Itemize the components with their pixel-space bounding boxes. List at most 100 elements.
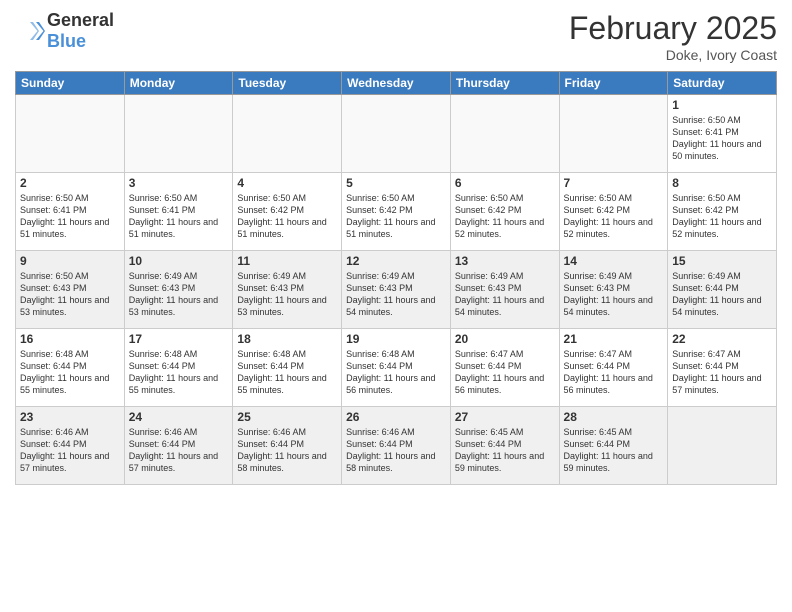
day-info: Sunrise: 6:48 AM Sunset: 6:44 PM Dayligh… [346,348,446,397]
day-number: 9 [20,254,120,268]
calendar-week-row: 9 Sunrise: 6:50 AM Sunset: 6:43 PM Daylig… [16,251,777,329]
logo-blue: Blue [47,31,114,52]
table-row: 23 Sunrise: 6:46 AM Sunset: 6:44 PM Dayli… [16,407,125,485]
day-number: 28 [564,410,664,424]
table-row: 24 Sunrise: 6:46 AM Sunset: 6:44 PM Dayli… [124,407,233,485]
table-row: 7Sunrise: 6:50 AM Sunset: 6:42 PM Daylig… [559,173,668,251]
table-row [559,95,668,173]
day-number: 21 [564,332,664,346]
day-info: Sunrise: 6:49 AM Sunset: 6:43 PM Dayligh… [564,270,664,319]
col-monday: Monday [124,72,233,95]
day-info: Sunrise: 6:50 AM Sunset: 6:42 PM Dayligh… [455,192,555,241]
day-number: 23 [20,410,120,424]
col-tuesday: Tuesday [233,72,342,95]
table-row [233,95,342,173]
day-info: Sunrise: 6:48 AM Sunset: 6:44 PM Dayligh… [20,348,120,397]
day-number: 13 [455,254,555,268]
day-number: 17 [129,332,229,346]
day-info: Sunrise: 6:49 AM Sunset: 6:43 PM Dayligh… [237,270,337,319]
day-number: 16 [20,332,120,346]
day-number: 20 [455,332,555,346]
title-area: February 2025 Doke, Ivory Coast [569,10,777,63]
day-info: Sunrise: 6:46 AM Sunset: 6:44 PM Dayligh… [237,426,337,475]
day-info: Sunrise: 6:50 AM Sunset: 6:42 PM Dayligh… [346,192,446,241]
day-info: Sunrise: 6:46 AM Sunset: 6:44 PM Dayligh… [129,426,229,475]
day-info: Sunrise: 6:48 AM Sunset: 6:44 PM Dayligh… [129,348,229,397]
table-row: 19 Sunrise: 6:48 AM Sunset: 6:44 PM Dayli… [342,329,451,407]
table-row: 3 Sunrise: 6:50 AM Sunset: 6:41 PM Daylig… [124,173,233,251]
day-number: 14 [564,254,664,268]
table-row: 8 Sunrise: 6:50 AM Sunset: 6:42 PM Daylig… [668,173,777,251]
day-number: 24 [129,410,229,424]
day-info: Sunrise: 6:49 AM Sunset: 6:43 PM Dayligh… [346,270,446,319]
table-row: 5 Sunrise: 6:50 AM Sunset: 6:42 PM Daylig… [342,173,451,251]
day-number: 3 [129,176,229,190]
day-info: Sunrise: 6:46 AM Sunset: 6:44 PM Dayligh… [346,426,446,475]
location-subtitle: Doke, Ivory Coast [569,47,777,63]
col-sunday: Sunday [16,72,125,95]
col-friday: Friday [559,72,668,95]
day-info: Sunrise: 6:50 AM Sunset: 6:41 PM Dayligh… [129,192,229,241]
table-row: 4Sunrise: 6:50 AM Sunset: 6:42 PM Daylig… [233,173,342,251]
day-info: Sunrise: 6:49 AM Sunset: 6:43 PM Dayligh… [129,270,229,319]
table-row: 17 Sunrise: 6:48 AM Sunset: 6:44 PM Dayli… [124,329,233,407]
table-row: 22 Sunrise: 6:47 AM Sunset: 6:44 PM Dayli… [668,329,777,407]
calendar-header-row: Sunday Monday Tuesday Wednesday Thursday… [16,72,777,95]
table-row: 27Sunrise: 6:45 AM Sunset: 6:44 PM Dayli… [450,407,559,485]
table-row: 1Sunrise: 6:50 AM Sunset: 6:41 PM Daylig… [668,95,777,173]
table-row: 11 Sunrise: 6:49 AM Sunset: 6:43 PM Dayli… [233,251,342,329]
day-number: 4 [237,176,337,190]
table-row: 9 Sunrise: 6:50 AM Sunset: 6:43 PM Daylig… [16,251,125,329]
table-row: 28 Sunrise: 6:45 AM Sunset: 6:44 PM Dayli… [559,407,668,485]
day-number: 26 [346,410,446,424]
table-row: 14 Sunrise: 6:49 AM Sunset: 6:43 PM Dayli… [559,251,668,329]
col-thursday: Thursday [450,72,559,95]
day-number: 5 [346,176,446,190]
col-wednesday: Wednesday [342,72,451,95]
logo: General Blue [15,10,114,52]
month-title: February 2025 [569,10,777,47]
table-row [124,95,233,173]
table-row [450,95,559,173]
day-number: 7 [564,176,664,190]
logo-text: General Blue [47,10,114,52]
day-number: 1 [672,98,772,112]
table-row: 21 Sunrise: 6:47 AM Sunset: 6:44 PM Dayli… [559,329,668,407]
page-header: General Blue February 2025 Doke, Ivory C… [15,10,777,63]
logo-icon [15,16,45,46]
table-row: 12 Sunrise: 6:49 AM Sunset: 6:43 PM Dayli… [342,251,451,329]
table-row: 15 Sunrise: 6:49 AM Sunset: 6:44 PM Dayli… [668,251,777,329]
calendar-week-row: 23 Sunrise: 6:46 AM Sunset: 6:44 PM Dayli… [16,407,777,485]
day-info: Sunrise: 6:50 AM Sunset: 6:42 PM Dayligh… [672,192,772,241]
day-number: 27 [455,410,555,424]
day-number: 18 [237,332,337,346]
day-info: Sunrise: 6:49 AM Sunset: 6:44 PM Dayligh… [672,270,772,319]
day-number: 25 [237,410,337,424]
day-info: Sunrise: 6:47 AM Sunset: 6:44 PM Dayligh… [564,348,664,397]
calendar-table: Sunday Monday Tuesday Wednesday Thursday… [15,71,777,485]
day-number: 22 [672,332,772,346]
day-number: 2 [20,176,120,190]
table-row: 6Sunrise: 6:50 AM Sunset: 6:42 PM Daylig… [450,173,559,251]
day-info: Sunrise: 6:47 AM Sunset: 6:44 PM Dayligh… [455,348,555,397]
day-number: 19 [346,332,446,346]
day-info: Sunrise: 6:48 AM Sunset: 6:44 PM Dayligh… [237,348,337,397]
day-number: 11 [237,254,337,268]
day-number: 12 [346,254,446,268]
logo-general: General [47,10,114,31]
calendar-week-row: 1Sunrise: 6:50 AM Sunset: 6:41 PM Daylig… [16,95,777,173]
day-number: 15 [672,254,772,268]
table-row: 16 Sunrise: 6:48 AM Sunset: 6:44 PM Dayli… [16,329,125,407]
calendar-week-row: 16 Sunrise: 6:48 AM Sunset: 6:44 PM Dayli… [16,329,777,407]
table-row [668,407,777,485]
table-row: 25 Sunrise: 6:46 AM Sunset: 6:44 PM Dayli… [233,407,342,485]
day-info: Sunrise: 6:47 AM Sunset: 6:44 PM Dayligh… [672,348,772,397]
table-row: 13Sunrise: 6:49 AM Sunset: 6:43 PM Dayli… [450,251,559,329]
day-info: Sunrise: 6:45 AM Sunset: 6:44 PM Dayligh… [564,426,664,475]
day-info: Sunrise: 6:50 AM Sunset: 6:43 PM Dayligh… [20,270,120,319]
table-row: 18 Sunrise: 6:48 AM Sunset: 6:44 PM Dayli… [233,329,342,407]
day-info: Sunrise: 6:46 AM Sunset: 6:44 PM Dayligh… [20,426,120,475]
day-number: 8 [672,176,772,190]
col-saturday: Saturday [668,72,777,95]
table-row: 10Sunrise: 6:49 AM Sunset: 6:43 PM Dayli… [124,251,233,329]
